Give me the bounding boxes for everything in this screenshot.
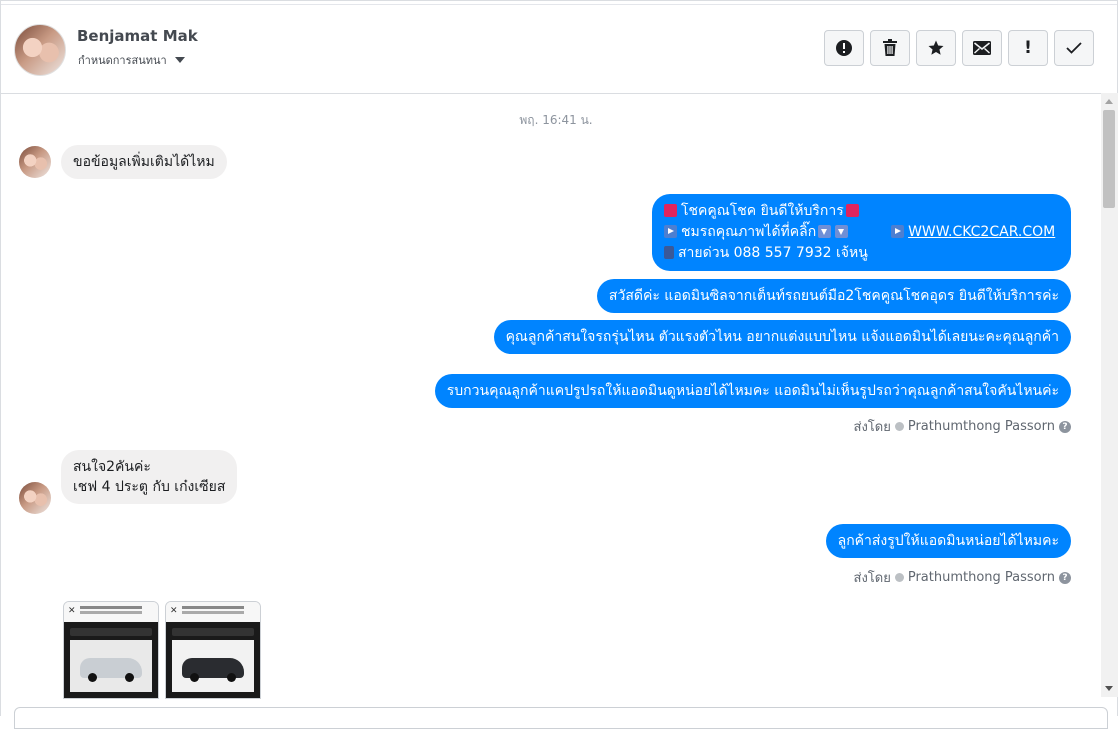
important-button[interactable]: ! xyxy=(1008,30,1048,66)
assign-label: กำหนดการสนทนา xyxy=(78,54,167,67)
thread-timestamp: พฤ. 16:41 น. xyxy=(519,113,593,127)
incoming-message[interactable]: ขอข้อมูลเพิ่มเติมได้ไหม xyxy=(61,145,227,179)
sent-by-line: ส่งโดย Prathumthong Passorn ? xyxy=(854,567,1071,588)
user-dot-icon xyxy=(894,422,904,431)
incoming-message-row: ขอข้อมูลเพิ่มเติมได้ไหม xyxy=(19,145,227,179)
contact-avatar[interactable] xyxy=(14,24,66,76)
message-thread[interactable]: พฤ. 16:41 น. ขอข้อมูลเพิ่มเติมได้ไหม โชค… xyxy=(1,93,1101,707)
done-button[interactable] xyxy=(1054,30,1094,66)
play-emoji-icon xyxy=(891,225,905,238)
message-line: ชมรถคุณภาพได้ที่คลิ๊ก WWW.CKC2CAR.COM xyxy=(664,222,1059,243)
sparkle-emoji-icon xyxy=(664,204,677,217)
caret-down-icon xyxy=(174,57,185,63)
outgoing-message[interactable]: ลูกค้าส่งรูปให้แอดมินหน่อยได้ไหมคะ xyxy=(825,524,1071,558)
scrollbar-thumb[interactable] xyxy=(1103,110,1115,208)
outgoing-message[interactable]: สวัสดีค่ะ แอดมินซิลจากเต็นท์รถยนต์มือ2โช… xyxy=(596,279,1071,313)
outgoing-message[interactable]: รบกวนคุณลูกค้าแคปรูปรถให้แอดมินดูหน่อยได… xyxy=(434,374,1071,408)
sent-by-name[interactable]: Prathumthong Passorn xyxy=(908,570,1055,585)
outgoing-message[interactable]: คุณลูกค้าสนใจรถรุ่นไหน ตัวแรงตัวไหน อยาก… xyxy=(493,320,1071,354)
message-line: สายด่วน 088 557 7932 เจ้หนู xyxy=(664,243,1059,264)
close-icon: ✕ xyxy=(170,606,178,616)
sent-by-line: ส่งโดย Prathumthong Passorn ? xyxy=(854,416,1071,437)
incoming-message-row: สนใจ2คันค่ะ เชฟ 4 ประตู กับ เก๋งเซียส xyxy=(19,450,238,514)
close-icon: ✕ xyxy=(68,606,76,616)
check-icon xyxy=(1066,42,1082,54)
mark-unread-button[interactable] xyxy=(962,30,1002,66)
play-emoji-icon xyxy=(664,225,677,238)
star-button[interactable] xyxy=(916,30,956,66)
contact-name[interactable]: Benjamat Mak xyxy=(77,27,198,45)
delete-button[interactable] xyxy=(870,30,910,66)
spam-button[interactable] xyxy=(824,30,864,66)
scroll-up-arrow-icon[interactable] xyxy=(1105,99,1113,104)
incoming-message[interactable]: สนใจ2คันค่ะ เชฟ 4 ประตู กับ เก๋งเซียส xyxy=(61,450,238,504)
star-icon xyxy=(928,40,944,55)
scroll-down-arrow-icon[interactable] xyxy=(1105,686,1113,691)
help-icon[interactable]: ? xyxy=(1059,571,1071,584)
user-dot-icon xyxy=(894,573,904,582)
sent-by-name[interactable]: Prathumthong Passorn xyxy=(908,419,1055,434)
message-composer[interactable] xyxy=(14,707,1108,729)
down-arrow-emoji-icon xyxy=(835,225,849,238)
image-attachment-thumbnail[interactable]: ✕ xyxy=(63,601,159,699)
outgoing-message[interactable]: โชคคูณโชค ยินดีให้บริการ ชมรถคุณภาพได้ที… xyxy=(652,194,1071,271)
assign-conversation-dropdown[interactable]: กำหนดการสนทนา xyxy=(78,51,185,69)
envelope-icon xyxy=(973,41,991,55)
message-line: โชคคูณโชค ยินดีให้บริการ xyxy=(664,201,1059,222)
phone-emoji-icon xyxy=(664,246,674,259)
image-attachment-thumbnail[interactable]: ✕ xyxy=(165,601,261,699)
help-icon[interactable]: ? xyxy=(1059,420,1071,433)
alert-circle-icon xyxy=(836,40,852,56)
website-link[interactable]: WWW.CKC2CAR.COM xyxy=(908,224,1055,240)
vertical-scrollbar[interactable] xyxy=(1101,93,1118,697)
image-attachments: ✕ ✕ xyxy=(63,601,261,699)
sparkle-emoji-icon xyxy=(845,204,859,217)
conversation-toolbar: ! xyxy=(824,30,1094,66)
contact-avatar-small xyxy=(19,482,51,514)
conversation-header: Benjamat Mak กำหนดการสนทนา ! xyxy=(1,4,1117,94)
down-arrow-emoji-icon xyxy=(818,225,832,238)
trash-icon xyxy=(883,39,897,56)
sent-by-label: ส่งโดย xyxy=(853,420,891,435)
contact-avatar-small xyxy=(19,146,51,178)
exclamation-icon: ! xyxy=(1024,38,1032,58)
sent-by-label: ส่งโดย xyxy=(853,571,891,586)
